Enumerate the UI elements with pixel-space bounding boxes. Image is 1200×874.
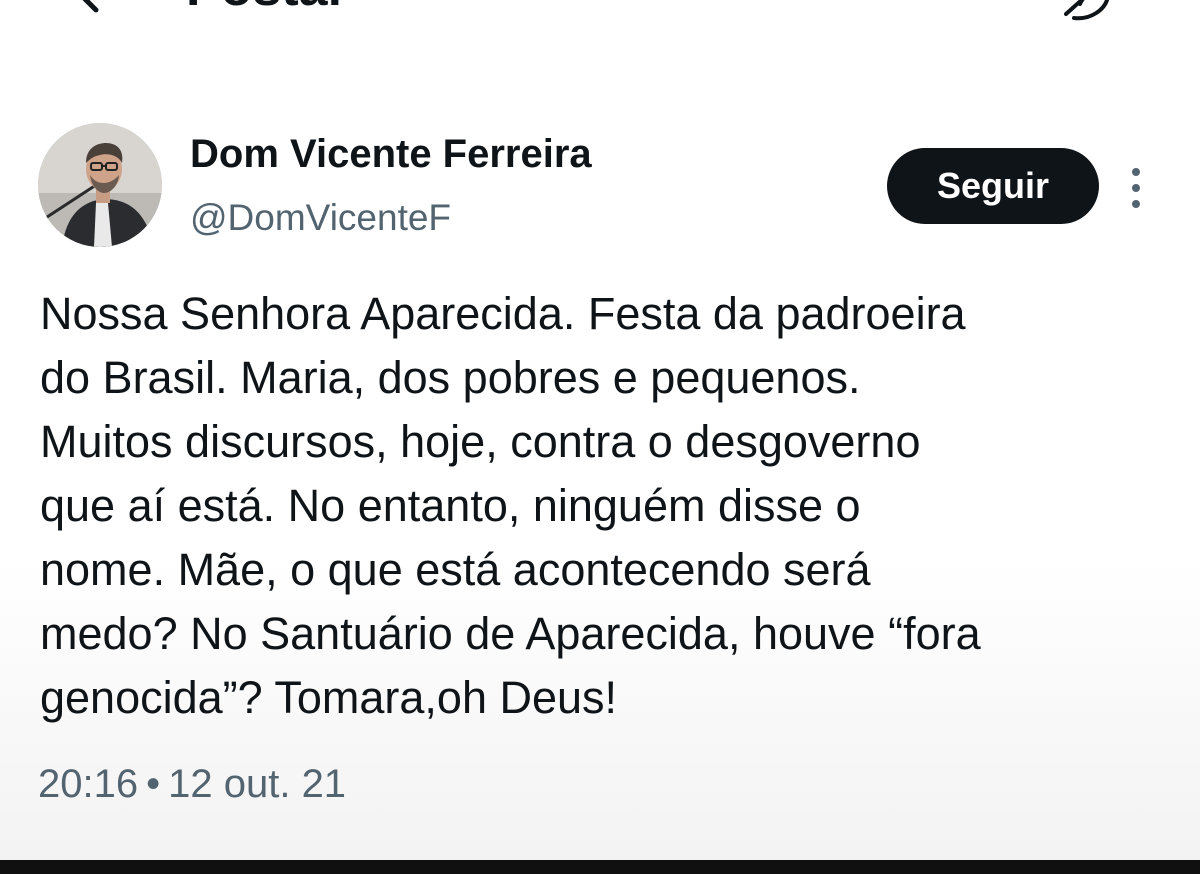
bottom-edge xyxy=(0,860,1200,874)
avatar[interactable] xyxy=(38,123,162,247)
tweet-line: nome. Mãe, o que está acontecendo será xyxy=(40,544,871,595)
author-handle[interactable]: @DomVicenteF xyxy=(190,196,451,240)
tweet-line: Nossa Senhora Aparecida. Festa da padroe… xyxy=(40,288,966,339)
grok-icon[interactable] xyxy=(1060,0,1116,22)
top-bar: Postar xyxy=(0,0,1200,22)
post-date[interactable]: 12 out. 21 xyxy=(168,762,346,806)
tweet-text: Nossa Senhora Aparecida. Festa da padroe… xyxy=(40,282,1180,730)
follow-button[interactable]: Seguir xyxy=(887,148,1099,224)
page-title: Postar xyxy=(186,0,348,14)
tweet-line: Muitos discursos, hoje, contra o desgove… xyxy=(40,416,921,467)
post-time[interactable]: 20:16 xyxy=(38,762,138,806)
meta-separator: • xyxy=(146,762,161,806)
more-vertical-icon[interactable] xyxy=(1122,166,1150,210)
tweet-line: que aí está. No entanto, ninguém disse o xyxy=(40,480,861,531)
tweet-line: genocida”? Tomara,oh Deus! xyxy=(40,672,618,723)
post-meta: 20:16 • 12 out. 21 xyxy=(38,756,346,812)
arrow-left-icon[interactable] xyxy=(66,0,110,16)
tweet-line: do Brasil. Maria, dos pobres e pequenos. xyxy=(40,352,861,403)
tweet-line: medo? No Santuário de Aparecida, houve “… xyxy=(40,608,981,659)
post-screen: Postar xyxy=(0,0,1200,874)
author-name[interactable]: Dom Vicente Ferreira xyxy=(190,130,592,178)
avatar-photo xyxy=(38,123,162,247)
